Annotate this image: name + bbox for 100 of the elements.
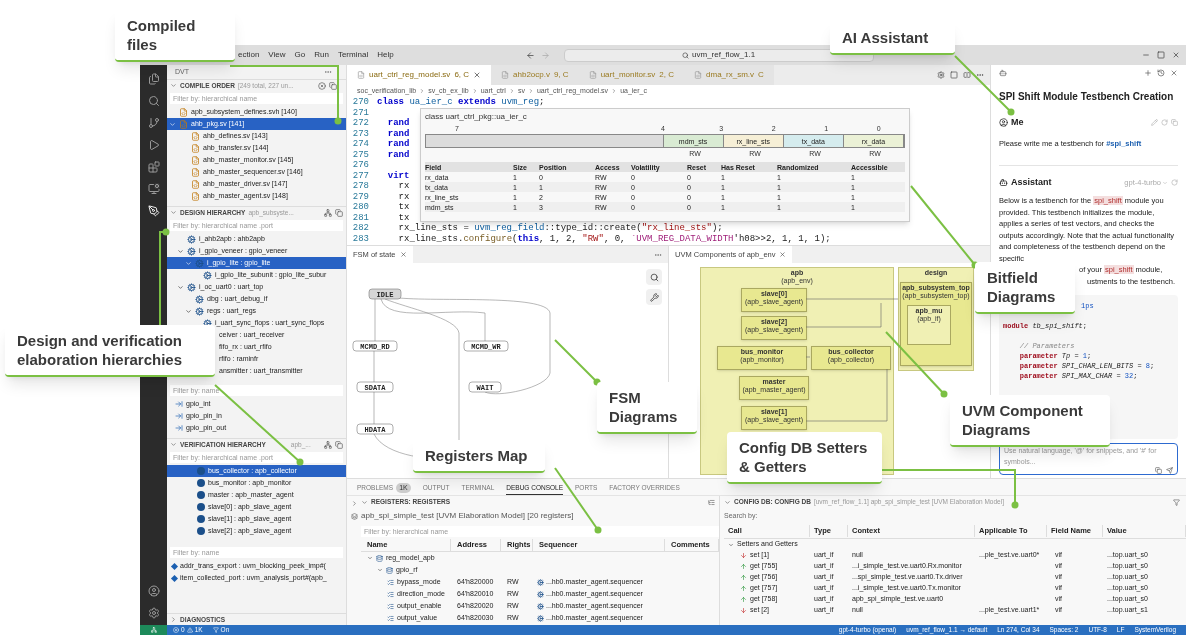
register-map-icon — [376, 554, 383, 562]
author-name: Assistant — [1011, 175, 1052, 189]
gear-icon — [187, 282, 196, 292]
run-icon[interactable] — [147, 139, 160, 151]
line-number: 280 — [351, 202, 370, 213]
file-icon — [588, 71, 597, 79]
up-arrow-icon — [740, 596, 747, 603]
files-icon[interactable] — [147, 73, 160, 85]
history-icon[interactable] — [1157, 69, 1165, 77]
code-line: rand — [386, 118, 410, 129]
robot-icon — [999, 178, 1008, 187]
tab-status: 6, C — [454, 69, 470, 81]
menu-item[interactable]: ection — [238, 49, 260, 61]
code-line: tx — [397, 202, 410, 213]
menu-item[interactable]: Terminal — [337, 49, 369, 61]
register-icon — [387, 602, 394, 610]
annotation-tooltip: Bitfield Diagrams — [975, 262, 1075, 314]
minimize-icon[interactable] — [1142, 51, 1150, 59]
port-icon — [175, 412, 183, 420]
monitor-icon[interactable] — [147, 183, 160, 195]
menu-item[interactable]: Go — [294, 49, 306, 61]
close-icon[interactable] — [399, 251, 407, 258]
send-icon[interactable] — [1166, 467, 1173, 474]
pen-icon[interactable] — [147, 205, 160, 217]
account-icon[interactable] — [147, 585, 160, 597]
hierarchy-icon[interactable] — [324, 208, 332, 217]
chevron-icon — [170, 209, 177, 216]
list-icon[interactable] — [708, 498, 715, 506]
more-icon[interactable] — [976, 71, 984, 79]
close-icon[interactable] — [1170, 69, 1178, 77]
chevron-icon — [177, 283, 184, 291]
line-number: 276 — [351, 160, 370, 171]
search-icon[interactable] — [147, 95, 160, 107]
branch-icon[interactable] — [147, 117, 160, 129]
copy-icon[interactable] — [1171, 119, 1178, 127]
code-line: rand — [386, 128, 410, 139]
file-icon — [191, 143, 200, 153]
search-icon — [649, 272, 659, 282]
down-arrow-icon — [740, 552, 747, 559]
file-icon — [357, 71, 365, 79]
layers-icon[interactable] — [350, 513, 358, 520]
code-line: rx_line_sts.configure(this, 1, 2, "RW", 0, `UVM_REG_DATA_WIDTH'h08>>2, 1, 1, 1); — [397, 233, 831, 244]
plus-icon[interactable] — [1144, 69, 1152, 77]
extensions-icon[interactable] — [147, 161, 160, 173]
annotation-tooltip: UVM Component Diagrams — [950, 395, 1110, 447]
menu-item[interactable]: Help — [377, 49, 394, 61]
settings-icon[interactable] — [937, 71, 945, 79]
remote-icon[interactable] — [150, 627, 157, 633]
annotation-tooltip: Registers Map — [413, 440, 545, 473]
error-icon — [173, 627, 179, 633]
close-icon[interactable] — [1172, 51, 1180, 59]
port-icon — [175, 400, 183, 408]
code-line: rx_line_sts = uvm_reg_field::type_id::create("rx_line_sts"); — [397, 223, 723, 234]
close-icon[interactable] — [473, 71, 482, 79]
up-arrow-icon — [740, 574, 747, 581]
close-icon[interactable] — [779, 251, 787, 258]
chevron-icon — [508, 88, 515, 94]
chevron-icon — [185, 307, 192, 315]
gear-icon — [537, 602, 544, 610]
file-icon — [501, 71, 510, 79]
menu-item[interactable]: View — [268, 49, 286, 61]
search-button[interactable] — [646, 269, 662, 285]
register-icon — [387, 578, 394, 586]
line-number: 275 — [351, 149, 370, 160]
edit-icon[interactable] — [1151, 119, 1158, 127]
code-line: rx — [397, 181, 410, 192]
tools-button[interactable] — [646, 289, 662, 305]
command-center[interactable]: uvm_ref_flow_1.1 — [563, 48, 874, 62]
leader-line — [885, 331, 948, 398]
chevron-icon — [527, 88, 534, 94]
down-arrow-icon — [740, 607, 747, 614]
file-icon — [694, 71, 702, 79]
line-number: 270 — [351, 97, 370, 108]
clear-icon[interactable] — [318, 81, 326, 90]
gear-icon — [537, 590, 544, 598]
file-icon — [179, 107, 188, 117]
maximize-icon[interactable] — [1157, 51, 1165, 59]
filter-icon[interactable] — [1173, 498, 1180, 506]
wrench-icon — [649, 292, 659, 302]
line-number: 277 — [351, 170, 370, 181]
chevron-icon — [169, 120, 176, 128]
leader-line — [554, 339, 601, 386]
line-number: 279 — [351, 191, 370, 202]
more-icon[interactable] — [324, 68, 332, 76]
settings-icon[interactable] — [147, 607, 160, 619]
chevron-icon — [611, 88, 618, 94]
menu-item[interactable]: Run — [314, 49, 329, 61]
register-icon — [387, 614, 394, 622]
back-arrow-icon[interactable] — [525, 50, 535, 60]
code-line: class ua_ier_c extends uvm_reg; — [377, 97, 545, 108]
gear-icon — [195, 294, 204, 304]
editor-tab[interactable]: uart_ctrl_reg_model.sv 6, C — [347, 65, 492, 85]
leader-line — [954, 55, 1015, 116]
code-line: virt — [386, 170, 410, 181]
line-number: 273 — [351, 128, 370, 139]
split-icon[interactable] — [963, 71, 971, 79]
gear-icon — [537, 614, 544, 622]
file-icon — [191, 191, 200, 201]
square-icon[interactable] — [950, 71, 958, 79]
hierarchy-icon[interactable] — [324, 440, 332, 449]
